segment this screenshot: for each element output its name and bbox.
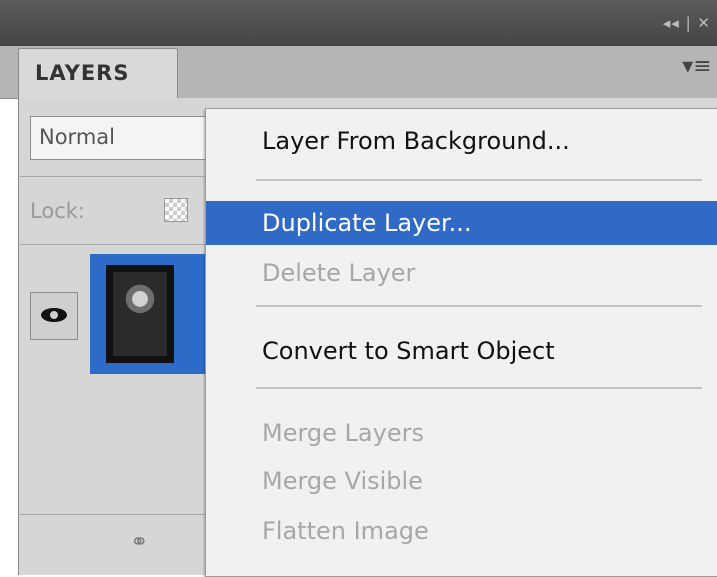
menu-item-label: Flatten Image: [262, 517, 429, 545]
menu-item-label: Merge Visible: [262, 467, 423, 495]
menu-item-flatten-image: Flatten Image: [206, 509, 717, 553]
menu-item-label: Layer From Background...: [262, 127, 570, 155]
menu-item-label: Convert to Smart Object: [262, 337, 555, 365]
window-controls[interactable]: ◂◂ | ✕: [663, 14, 711, 32]
menu-item-duplicate-layer[interactable]: Duplicate Layer...: [206, 201, 717, 245]
tab-layers[interactable]: LAYERS: [18, 48, 178, 99]
tab-layers-label: LAYERS: [35, 61, 130, 85]
blend-mode-value: Normal: [39, 125, 115, 149]
menu-item-delete-layer: Delete Layer: [206, 251, 717, 295]
menu-item-merge-layers: Merge Layers: [206, 411, 717, 455]
panel-title-bar: ◂◂ | ✕: [0, 0, 717, 47]
lock-transparent-pixels-icon[interactable]: [164, 198, 188, 222]
layer-thumbnail: [106, 265, 174, 363]
eye-icon: [41, 308, 67, 322]
link-layers-icon[interactable]: ⚭: [130, 530, 148, 555]
lock-label: Lock:: [30, 199, 85, 223]
layer-context-menu: Layer From Background... Duplicate Layer…: [205, 108, 717, 577]
menu-item-layer-from-background[interactable]: Layer From Background...: [206, 119, 717, 163]
blend-mode-select[interactable]: Normal: [30, 116, 232, 160]
menu-separator: [256, 179, 702, 181]
panel-menu-icon[interactable]: ▾≡: [677, 54, 717, 88]
menu-item-convert-to-smart-object[interactable]: Convert to Smart Object: [206, 329, 717, 373]
menu-item-merge-visible: Merge Visible: [206, 459, 717, 503]
portrait-thumbnail-image: [113, 272, 167, 356]
menu-item-label: Merge Layers: [262, 419, 424, 447]
menu-item-label: Duplicate Layer...: [262, 209, 472, 237]
menu-separator: [256, 305, 702, 307]
menu-separator: [256, 387, 702, 389]
menu-item-label: Delete Layer: [262, 259, 416, 287]
layer-visibility-toggle[interactable]: [30, 292, 78, 340]
